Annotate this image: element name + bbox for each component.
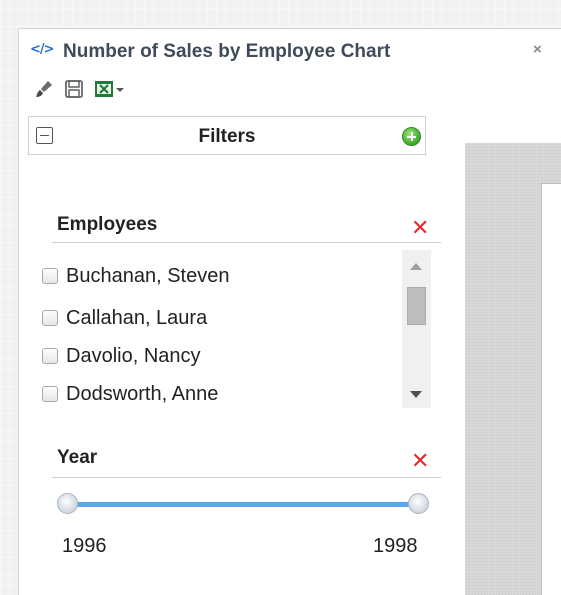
year-max-label: 1998 [373, 535, 418, 557]
save-icon[interactable] [64, 79, 84, 99]
window-title: Number of Sales by Employee Chart [63, 41, 391, 62]
excel-export-icon[interactable] [94, 79, 114, 99]
list-item[interactable]: Dodsworth, Anne [38, 379, 218, 408]
filters-label: Filters [198, 126, 256, 147]
employee-label: Dodsworth, Anne [66, 382, 219, 405]
brush-icon[interactable] [34, 79, 54, 99]
year-title: Year [57, 447, 98, 468]
employee-label: Davolio, Nancy [66, 344, 201, 367]
close-tab-button[interactable]: × [533, 41, 542, 58]
chart-canvas [541, 183, 561, 595]
checkbox[interactable] [42, 348, 58, 364]
scroll-thumb[interactable] [407, 287, 426, 325]
scroll-up-arrow-icon[interactable] [410, 263, 422, 270]
title-bar: </> Number of Sales by Employee Chart × [19, 29, 561, 75]
employees-scrollbar[interactable] [402, 250, 431, 408]
employees-divider [52, 242, 441, 243]
employees-list: Buchanan, Steven Callahan, Laura Davolio… [38, 248, 428, 408]
employee-label: Callahan, Laura [66, 306, 208, 329]
code-icon: </> [30, 42, 55, 57]
list-item[interactable]: Buchanan, Steven [38, 261, 229, 291]
year-min-label: 1996 [62, 535, 107, 557]
chart-area [465, 143, 561, 595]
filters-header: Filters [28, 116, 426, 155]
employees-clear-button[interactable]: ✕ [411, 218, 429, 240]
checkbox[interactable] [42, 268, 58, 284]
list-item[interactable]: Callahan, Laura [38, 303, 207, 333]
year-slider-max-handle[interactable] [408, 493, 429, 514]
employee-label: Buchanan, Steven [66, 264, 230, 287]
checkbox[interactable] [42, 386, 58, 402]
year-clear-button[interactable]: ✕ [411, 451, 429, 473]
year-slider-track[interactable] [66, 502, 418, 507]
employees-title: Employees [57, 214, 158, 235]
add-icon[interactable] [402, 127, 421, 146]
year-slider-min-handle[interactable] [57, 493, 78, 514]
scroll-down-arrow-icon[interactable] [410, 391, 422, 398]
year-divider [52, 477, 441, 478]
list-item[interactable]: Davolio, Nancy [38, 341, 201, 371]
checkbox[interactable] [42, 310, 58, 326]
dropdown-arrow-icon[interactable] [114, 79, 126, 99]
